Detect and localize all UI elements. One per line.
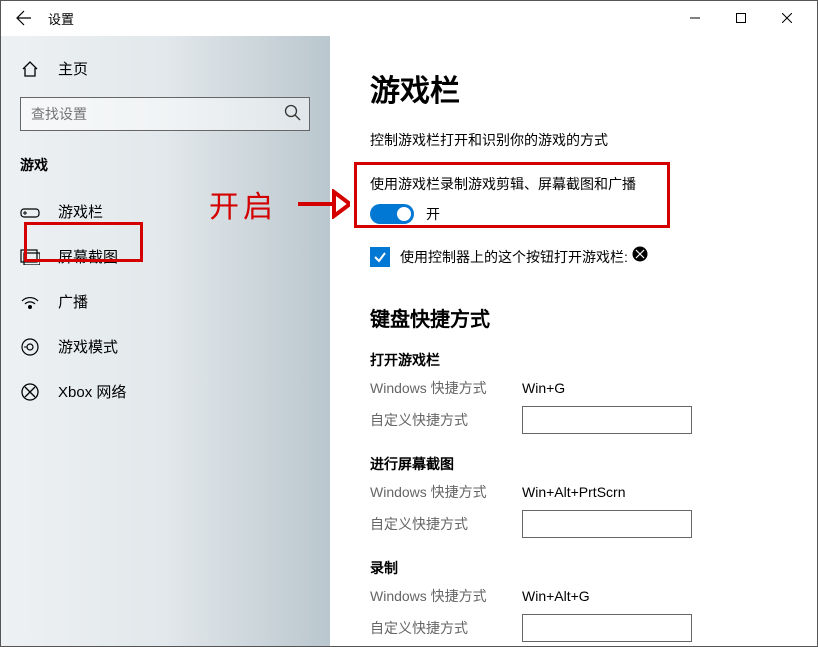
arrow-right-icon <box>296 189 350 219</box>
annotation-text: 开启 <box>209 182 277 226</box>
record-toggle[interactable] <box>370 204 414 224</box>
search-input[interactable] <box>20 97 310 131</box>
search-icon <box>284 104 302 127</box>
